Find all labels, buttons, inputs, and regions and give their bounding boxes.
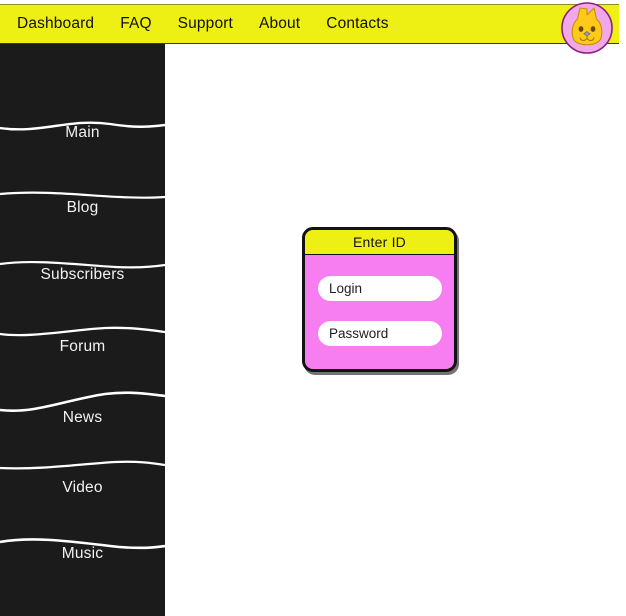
card-body: Login Password (305, 255, 454, 369)
sidebar-item-music[interactable]: Music (0, 546, 165, 562)
sidebar-item-forum[interactable]: Forum (0, 339, 165, 355)
sidebar-item-subscribers[interactable]: Subscribers (0, 267, 165, 283)
site-logo[interactable] (560, 2, 614, 54)
enter-id-card: Enter ID Login Password (302, 227, 457, 372)
sidebar-item-main[interactable]: Main (0, 125, 165, 141)
login-input[interactable]: Login (318, 276, 442, 301)
nav-item-support[interactable]: Support (178, 16, 233, 32)
card-header: Enter ID (305, 230, 454, 255)
card-title: Enter ID (353, 234, 406, 250)
cat-face-icon (561, 2, 613, 54)
nav-item-dashboard[interactable]: Dashboard (17, 16, 94, 32)
nav-item-list: Dashboard FAQ Support About Contacts (0, 5, 389, 43)
sidebar-item-blog[interactable]: Blog (0, 200, 165, 216)
top-navigation-bar: Dashboard FAQ Support About Contacts (0, 4, 619, 44)
password-input[interactable]: Password (318, 321, 442, 346)
nav-item-contacts[interactable]: Contacts (326, 16, 388, 32)
sidebar-item-news[interactable]: News (0, 410, 165, 426)
sidebar-item-video[interactable]: Video (0, 480, 165, 496)
nav-item-faq[interactable]: FAQ (120, 16, 151, 32)
page-root: Dashboard FAQ Support About Contacts Mai… (0, 0, 626, 616)
nav-item-about[interactable]: About (259, 16, 300, 32)
sidebar-navigation: Main Blog Subscribers Forum News Video M… (0, 44, 165, 616)
